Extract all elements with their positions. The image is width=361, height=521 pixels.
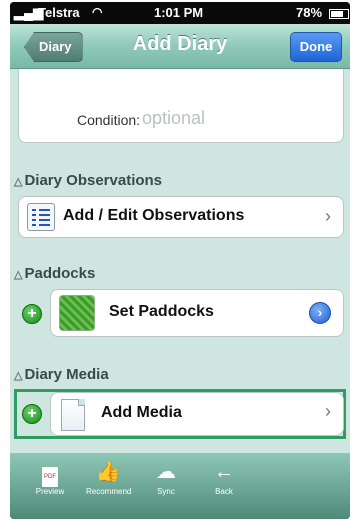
- list-icon: [27, 203, 55, 231]
- section-title-observations: Diary Observations: [24, 172, 163, 189]
- add-media-button[interactable]: +: [22, 404, 42, 424]
- preview-button[interactable]: PDF Preview: [28, 459, 72, 496]
- carrier-label: Telstra: [38, 5, 80, 20]
- media-row-label: Add Media: [101, 404, 182, 421]
- pdf-icon: PDF: [28, 459, 72, 487]
- back-arrow-icon: ←: [214, 461, 234, 483]
- status-bar: ▂▄▆ Telstra ◠ 1:01 PM 78%: [10, 2, 350, 24]
- back-button[interactable]: Diary: [24, 32, 83, 62]
- section-header-media[interactable]: △ Diary Media: [14, 366, 109, 383]
- sync-label: Sync: [157, 487, 175, 496]
- phone-screen: ▂▄▆ Telstra ◠ 1:01 PM 78% Diary Add Diar…: [10, 2, 350, 519]
- details-card: Condition: optional: [18, 69, 344, 143]
- condition-label: Condition:: [77, 112, 141, 128]
- add-edit-observations-row[interactable]: Add / Edit Observations ›: [18, 196, 344, 238]
- observations-row-label: Add / Edit Observations: [63, 207, 245, 224]
- recommend-label: Recommend: [86, 487, 132, 496]
- wifi-icon: ◠: [92, 5, 103, 19]
- thumbs-up-icon: 👍: [95, 461, 121, 483]
- document-icon: [61, 399, 85, 431]
- sync-icon: ☁: [156, 461, 176, 483]
- recommend-button[interactable]: 👍 Recommend: [86, 459, 132, 496]
- form-content[interactable]: Condition: optional △ Diary Observations …: [10, 69, 350, 453]
- back-label: Back: [215, 487, 233, 496]
- clock: 1:01 PM: [154, 5, 204, 20]
- set-paddocks-row[interactable]: Set Paddocks ›: [50, 289, 344, 337]
- bottom-toolbar: PDF Preview 👍 Recommend ☁ Sync ← Back: [10, 453, 350, 519]
- sync-button[interactable]: ☁ Sync: [144, 459, 188, 496]
- collapse-caret-icon: △: [14, 269, 23, 281]
- chevron-right-icon: ›: [325, 401, 331, 421]
- media-row-container: + Add Media ›: [10, 392, 350, 436]
- condition-field[interactable]: optional: [142, 108, 205, 129]
- chevron-right-icon: ›: [325, 206, 331, 226]
- paddocks-row-container: + Set Paddocks ›: [10, 289, 350, 337]
- section-title-media: Diary Media: [24, 366, 109, 383]
- section-header-paddocks[interactable]: △ Paddocks: [14, 265, 95, 282]
- battery-icon: [329, 9, 349, 19]
- preview-label: Preview: [35, 487, 65, 496]
- add-media-row[interactable]: Add Media ›: [50, 392, 344, 436]
- done-button[interactable]: Done: [290, 32, 342, 62]
- toolbar-back-button[interactable]: ← Back: [202, 459, 246, 496]
- paddock-icon: [59, 295, 95, 331]
- section-title-paddocks: Paddocks: [24, 265, 96, 282]
- collapse-caret-icon: △: [14, 176, 23, 188]
- collapse-caret-icon: △: [14, 370, 23, 382]
- navigation-bar: Diary Add Diary Done: [10, 24, 350, 69]
- detail-disclosure-icon[interactable]: ›: [309, 302, 331, 324]
- add-paddock-button[interactable]: +: [22, 304, 42, 324]
- battery-percent: 78%: [296, 5, 323, 20]
- section-header-observations[interactable]: △ Diary Observations: [14, 172, 162, 189]
- paddocks-row-label: Set Paddocks: [109, 303, 214, 320]
